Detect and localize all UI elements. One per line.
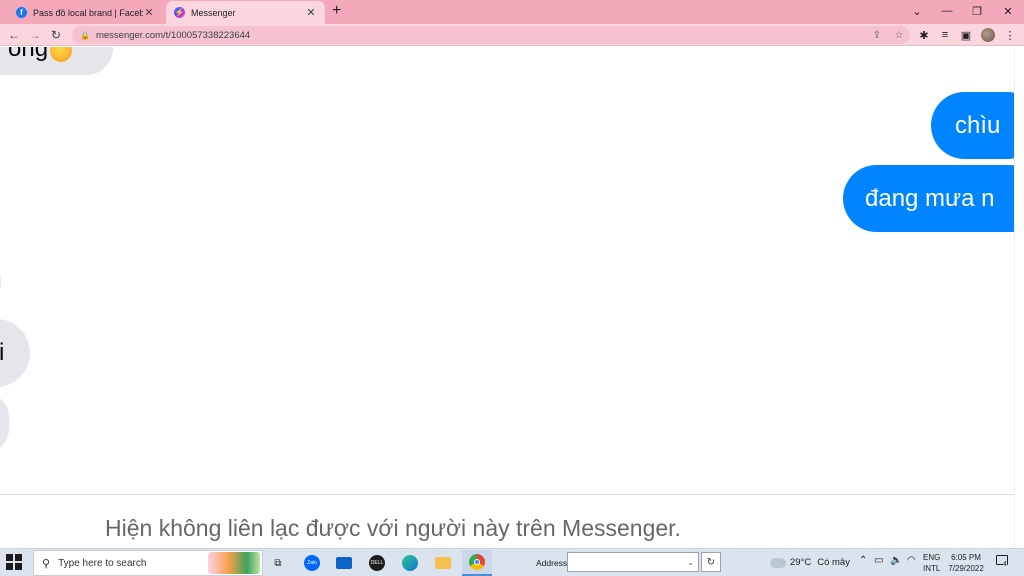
cloud-icon <box>770 557 786 568</box>
message-bubble-incoming[interactable]: ông <box>0 47 113 75</box>
weather-temp: 29°C <box>790 557 812 568</box>
language-indicator[interactable]: ENG INTL <box>923 552 940 574</box>
message-text: chìu <box>955 111 1001 139</box>
facebook-icon: f <box>16 7 27 18</box>
address-toolbar-label: Address <box>536 558 568 568</box>
address-go-button[interactable]: ↻ <box>701 552 721 572</box>
tab-title: Messenger <box>191 7 236 18</box>
notification-count: 4 <box>1003 561 1007 569</box>
close-icon[interactable]: ✕ <box>143 6 155 19</box>
task-view-icon[interactable]: ⧉ <box>268 553 288 573</box>
menu-kebab-icon[interactable]: ⋮ <box>1002 27 1018 43</box>
message-text: ông <box>8 47 49 62</box>
reload-button[interactable]: ↻ <box>47 26 65 44</box>
url-text: messenger.com/t/100057338223644 <box>95 29 251 41</box>
edge-icon[interactable] <box>400 553 420 573</box>
search-icon: ⚲ <box>42 557 51 570</box>
message-text: i <box>0 339 5 366</box>
chevron-down-icon[interactable]: ⌄ <box>687 558 694 567</box>
address-bar[interactable]: 🔒 messenger.com/t/100057338223644 ⇪ ☆ <box>72 26 910 44</box>
weather-text: Có mây <box>817 557 850 568</box>
tab-facebook[interactable]: f Pass đồ local brand | Facebook ✕ <box>8 1 163 24</box>
message-thread[interactable]: ông i chìu đang mưa n <box>0 47 1014 494</box>
extensions-icon[interactable]: ✱ <box>916 27 932 43</box>
chrome-icon[interactable] <box>462 550 492 576</box>
notification-center-icon[interactable]: 4 <box>996 555 1010 569</box>
message-bubble-incoming[interactable]: i <box>0 319 30 387</box>
composer-area: Hiện không liên lạc được với người này t… <box>0 494 1014 548</box>
side-panel-icon[interactable]: ▣ <box>958 27 974 43</box>
unavailable-notice: Hiện không liên lạc được với người này t… <box>105 515 681 541</box>
scrollbar[interactable] <box>1014 47 1024 547</box>
language-code: ENG <box>923 553 941 562</box>
message-bubble-outgoing[interactable]: chìu <box>931 92 1014 159</box>
tab-strip: f Pass đồ local brand | Facebook ✕ ⚡ Mes… <box>0 0 1024 24</box>
battery-icon[interactable]: ▭ <box>874 555 883 566</box>
bookmark-star-icon[interactable]: ☆ <box>888 30 910 41</box>
close-icon[interactable]: ✕ <box>305 6 317 19</box>
chevron-up-icon[interactable]: ⌃ <box>859 555 867 566</box>
windows-taskbar: ⚲ Type here to search ⧉ Zalo DELL Addres… <box>0 548 1024 576</box>
tab-messenger[interactable]: ⚡ Messenger ✕ <box>166 1 325 24</box>
file-explorer-icon[interactable] <box>433 553 453 573</box>
mail-icon[interactable] <box>334 553 354 573</box>
wifi-icon[interactable]: ◠ <box>907 555 916 566</box>
lock-icon: 🔒 <box>80 30 90 40</box>
message-bubble-incoming[interactable] <box>0 261 1 303</box>
address-toolbar-input[interactable]: ⌄ <box>567 552 699 572</box>
close-window-button[interactable]: ✕ <box>993 0 1023 22</box>
speaker-icon[interactable]: 🔈 <box>890 555 902 566</box>
tab-title: Pass đồ local brand | Facebook <box>33 7 143 18</box>
clock-date: 7/29/2022 <box>948 564 984 573</box>
share-icon[interactable]: ⇪ <box>866 30 888 41</box>
browser-toolbar: ← → ↻ 🔒 messenger.com/t/100057338223644 … <box>0 24 1024 46</box>
search-highlight-image <box>208 552 260 574</box>
system-clock[interactable]: 6:05 PM 7/29/2022 <box>946 552 986 574</box>
new-tab-button[interactable]: + <box>332 2 341 20</box>
smiling-emoji-icon <box>50 47 73 62</box>
windows-start-button[interactable] <box>6 554 22 570</box>
keyboard-layout: INTL <box>923 564 941 573</box>
profile-avatar[interactable] <box>981 28 995 42</box>
zalo-icon[interactable]: Zalo <box>302 553 322 573</box>
search-placeholder: Type here to search <box>58 557 147 569</box>
forward-button[interactable]: → <box>26 26 44 44</box>
message-text: đang mưa n <box>865 184 995 212</box>
clock-time: 6:05 PM <box>951 553 981 562</box>
tab-search-icon[interactable]: ⌄ <box>902 0 932 22</box>
taskbar-search-box[interactable]: ⚲ Type here to search <box>33 550 263 576</box>
back-button[interactable]: ← <box>5 26 23 44</box>
minimize-button[interactable]: — <box>932 0 962 22</box>
messenger-icon: ⚡ <box>174 7 185 18</box>
message-bubble-outgoing[interactable]: đang mưa n <box>843 165 1014 232</box>
dell-icon[interactable]: DELL <box>367 553 387 573</box>
restore-button[interactable]: ❐ <box>962 0 992 22</box>
weather-widget[interactable]: 29°C Có mây <box>770 557 850 568</box>
media-control-icon[interactable]: ≡ <box>937 27 953 43</box>
message-bubble-incoming[interactable] <box>0 393 9 453</box>
